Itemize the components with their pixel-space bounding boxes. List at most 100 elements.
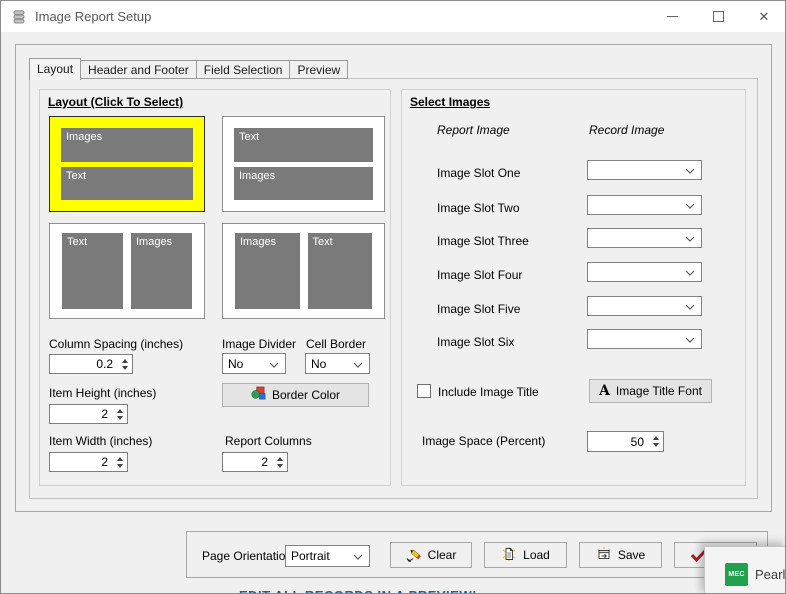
select-images-groupbox: Select Images Report Image Record Image …	[401, 89, 746, 486]
image-divider-select[interactable]: No	[222, 353, 286, 374]
item-width-label: Item Width (inches)	[49, 434, 153, 448]
tab-header-and-footer[interactable]: Header and Footer	[81, 60, 197, 79]
chevron-down-icon	[353, 355, 363, 373]
clear-button[interactable]: Clear	[390, 542, 472, 568]
item-width-input[interactable]: 2	[49, 452, 128, 472]
border-color-button[interactable]: Border Color	[222, 383, 369, 407]
spinner-arrows	[272, 453, 287, 471]
tab-strip: Layout Header and Footer Field Selection…	[29, 58, 349, 80]
image-slot-six-select[interactable]	[587, 329, 702, 349]
report-image-header: Report Image	[437, 123, 510, 137]
spin-down-icon[interactable]	[116, 463, 123, 468]
spin-up-icon[interactable]	[276, 456, 283, 461]
chevron-down-icon	[353, 547, 363, 565]
chevron-down-icon	[685, 330, 695, 348]
image-slot-two-select[interactable]	[587, 195, 702, 215]
image-divider-label: Image Divider	[222, 337, 297, 351]
load-button[interactable]: Load	[484, 542, 567, 568]
layout-groupbox: Layout (Click To Select) Images Text Tex…	[39, 89, 391, 486]
tab-field-selection[interactable]: Field Selection	[196, 60, 291, 79]
layout-block-images: Images	[61, 128, 193, 162]
spin-up-icon[interactable]	[121, 358, 128, 363]
spinner-arrows	[648, 432, 663, 451]
clear-label: Clear	[427, 548, 457, 562]
spin-down-icon[interactable]	[652, 443, 659, 447]
clear-icon	[406, 546, 422, 565]
spin-up-icon[interactable]	[116, 456, 123, 461]
chevron-down-icon	[685, 297, 695, 315]
tab-layout[interactable]: Layout	[29, 58, 82, 80]
spinner-arrows	[112, 453, 127, 471]
report-columns-label: Report Columns	[225, 434, 312, 448]
toast-text: Pearl Izu	[755, 567, 786, 582]
spin-down-icon[interactable]	[121, 365, 128, 370]
layout-block-images: Images	[131, 233, 192, 309]
include-image-title-label: Include Image Title	[438, 385, 539, 399]
load-label: Load	[523, 548, 550, 562]
chevron-down-icon	[685, 161, 695, 179]
mec-badge: MEC	[725, 563, 748, 586]
image-slot-one-select[interactable]	[587, 160, 702, 180]
layout-option-3[interactable]: Text Images	[49, 223, 205, 319]
page-orientation-label: Page Orientation	[202, 549, 293, 563]
layout-block-text: Text	[61, 166, 193, 200]
chevron-down-icon	[685, 196, 695, 214]
item-height-label: Item Height (inches)	[49, 386, 157, 400]
database-icon	[11, 9, 27, 25]
record-image-header: Record Image	[589, 123, 665, 137]
minimize-icon	[666, 16, 678, 17]
title-bar: Image Report Setup ✕	[1, 1, 785, 32]
image-slot-four-label: Image Slot Four	[437, 268, 523, 282]
load-icon	[501, 546, 517, 565]
chevron-down-icon	[685, 263, 695, 281]
image-title-font-button[interactable]: A Image Title Font	[589, 379, 712, 403]
report-columns-value: 2	[261, 455, 268, 469]
layout-block-images: Images	[234, 166, 373, 200]
clipped-footer-text: EDIT ALL RECORDS IN A PREVIEW!	[239, 587, 539, 593]
report-columns-input[interactable]: 2	[222, 452, 288, 472]
save-label: Save	[617, 548, 646, 562]
window-title: Image Report Setup	[35, 9, 152, 24]
item-height-value: 2	[101, 407, 108, 421]
image-space-input[interactable]: 50	[587, 431, 664, 452]
minimize-button[interactable]	[649, 1, 695, 32]
spinner-arrows	[112, 405, 127, 423]
item-height-input[interactable]: 2	[49, 404, 128, 424]
border-color-icon	[251, 386, 266, 404]
item-width-value: 2	[101, 455, 108, 469]
save-icon	[596, 546, 612, 565]
layout-option-4[interactable]: Images Text	[222, 223, 385, 319]
layout-block-text: Text	[62, 233, 123, 309]
spin-down-icon[interactable]	[116, 415, 123, 420]
layout-tab-page: Layout (Click To Select) Images Text Tex…	[29, 78, 758, 499]
spin-up-icon[interactable]	[652, 436, 659, 440]
maximize-button[interactable]	[695, 1, 741, 32]
image-slot-five-select[interactable]	[587, 296, 702, 316]
bottom-action-bar: Page Orientation Portrait Clear Load Sav…	[186, 531, 768, 578]
image-slot-three-label: Image Slot Three	[437, 234, 529, 248]
font-icon: A	[599, 383, 610, 399]
cell-border-select[interactable]: No	[305, 353, 370, 374]
image-slot-four-select[interactable]	[587, 262, 702, 282]
cell-border-label: Cell Border	[306, 337, 367, 351]
spin-down-icon[interactable]	[276, 463, 283, 468]
image-space-value: 50	[630, 434, 644, 449]
column-spacing-input[interactable]: 0.2	[49, 354, 133, 374]
select-images-title: Select Images	[410, 95, 491, 109]
notification-toast[interactable]: MEC Pearl Izu	[704, 546, 786, 593]
close-button[interactable]: ✕	[741, 1, 785, 32]
image-space-label: Image Space (Percent)	[422, 434, 546, 448]
spin-up-icon[interactable]	[116, 408, 123, 413]
layout-block-images: Images	[235, 233, 300, 309]
layout-option-2[interactable]: Text Images	[222, 116, 385, 212]
image-slot-three-select[interactable]	[587, 228, 702, 248]
column-spacing-label: Column Spacing (inches)	[49, 337, 184, 351]
layout-option-1[interactable]: Images Text	[49, 116, 205, 212]
save-button[interactable]: Save	[579, 542, 662, 568]
cell-border-value: No	[311, 356, 327, 371]
layout-block-text: Text	[307, 233, 372, 309]
tab-preview[interactable]: Preview	[290, 60, 349, 79]
page-orientation-select[interactable]: Portrait	[285, 545, 370, 567]
page-orientation-value: Portrait	[291, 549, 330, 563]
include-image-title-checkbox[interactable]	[417, 384, 431, 398]
